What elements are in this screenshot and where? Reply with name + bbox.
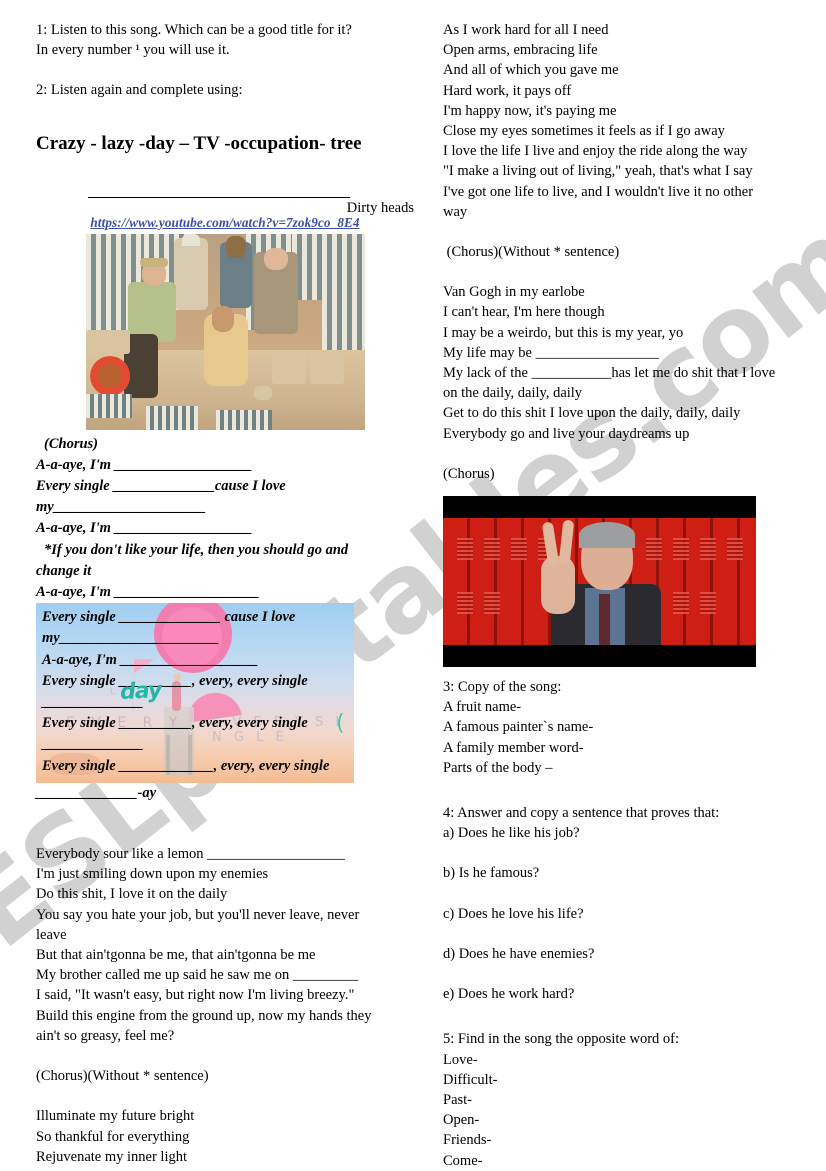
verse2-line-5: leave	[36, 926, 67, 943]
task4-title: 4: Answer and copy a sentence that prove…	[443, 805, 720, 822]
task3-item-2: A famous painter`s name-	[443, 719, 594, 736]
task1-line-1: 1: Listen to this song. Which can be a g…	[36, 22, 352, 38]
task5-item-3: Past-	[443, 1091, 472, 1108]
task1-line-2: In every number ¹ you will use it.	[36, 42, 230, 59]
task3-title: 3: Copy of the song:	[443, 679, 562, 696]
box-line-6: Every single __________, every, every si…	[42, 715, 308, 732]
verse-top-line-10: way	[443, 203, 468, 220]
lockers-photo	[443, 496, 756, 668]
box-line-5: ______________	[42, 694, 144, 711]
verse2-line-1: Everybody sour like a lemon ____________…	[36, 846, 345, 863]
vangogh-line-6: on the daily, daily, daily	[443, 385, 583, 402]
chorus-reference-right-2: (Chorus)	[443, 465, 495, 482]
vangogh-line-4: My life may be _________________	[443, 344, 659, 361]
word-bank: Crazy - lazy -day – TV -occupation- tree	[36, 132, 362, 154]
vangogh-line-5: My lack of the ___________has let me do …	[443, 365, 776, 382]
verse3-line-1: Illuminate my future bright	[36, 1108, 195, 1125]
verse3-line-3: Rejuvenate my inner light	[36, 1148, 188, 1165]
chorus-line-4: A-a-aye, I'm ___________________	[36, 520, 253, 537]
task5-item-2: Difficult-	[443, 1071, 498, 1088]
verse2-line-2: I'm just smiling down upon my enemies	[36, 866, 269, 883]
task5-item-1: Love-	[443, 1051, 478, 1068]
chorus-line-3: my_____________________	[36, 499, 206, 516]
chorus-line-5: *If you don't like your life, then you s…	[44, 541, 349, 558]
beach-gradient-lyric-box: L E E V E R Y E V E R Y S I N G L E ( Ev…	[36, 603, 354, 783]
necktie	[599, 594, 610, 651]
verse-top-line-2: Open arms, embracing life	[443, 42, 598, 59]
title-answer-blank[interactable]	[88, 196, 350, 198]
vangogh-line-2: I can't hear, I'm here though	[443, 304, 605, 321]
chorus-reference-left: (Chorus)(Without * sentence)	[36, 1068, 209, 1085]
chorus-line-2: Every single ______________cause I love	[36, 478, 286, 495]
vangogh-line-8: Everybody go and live your daydreams up	[443, 425, 690, 442]
verse2-line-7: My brother called me up said he saw me o…	[36, 967, 359, 984]
task5-item-4: Open-	[443, 1112, 480, 1129]
verse-top-line-1: As I work hard for all I need	[443, 22, 609, 38]
vangogh-line-1: Van Gogh in my earlobe	[443, 284, 585, 301]
verse2-line-6: But that ain'tgonna be me, that ain'tgon…	[36, 947, 316, 964]
verse2-line-4: You say you hate your job, but you'll ne…	[36, 906, 360, 923]
band-beach-photo	[85, 233, 365, 430]
task4-item-b: b) Is he famous?	[443, 865, 540, 882]
verse-top-line-3: And all of which you gave me	[443, 62, 619, 79]
box-line-7: ______________	[42, 736, 144, 753]
left-column: 1: Listen to this song. Which can be a g…	[36, 0, 414, 1167]
verse2-line-3: Do this shit, I love it on the daily	[36, 886, 228, 903]
verse-top-line-7: I love the life I live and enjoy the rid…	[443, 143, 748, 160]
task5-title: 5: Find in the song the opposite word of…	[443, 1031, 680, 1048]
verse-top-line-6: Close my eyes sometimes it feels as if I…	[443, 123, 725, 140]
task4-item-c: c) Does he love his life?	[443, 905, 584, 922]
task3-item-4: Parts of the body –	[443, 759, 553, 776]
peace-sign-hand	[541, 556, 575, 615]
after-box-blank-line: ______________-ay	[36, 784, 157, 801]
box-line-2: my______________________	[42, 630, 220, 647]
box-line-4: Every single __________, every, every si…	[42, 672, 308, 689]
box-line-3: A-a-aye, I'm ___________________	[42, 651, 259, 668]
verse2-line-10: ain't so greasy, feel me?	[36, 1027, 175, 1044]
chorus-line-6: change it	[36, 562, 92, 579]
verse2-line-8: I said, "It wasn't easy, but right now I…	[36, 987, 355, 1004]
task5-item-6: Come-	[443, 1152, 483, 1169]
task3-item-1: A fruit name-	[443, 699, 522, 716]
vangogh-line-3: I may be a weirdo, but this is my year, …	[443, 324, 684, 341]
chorus-label: (Chorus)	[44, 435, 98, 452]
task5-item-5: Friends-	[443, 1132, 492, 1149]
youtube-link[interactable]: https://www.youtube.com/watch?v=7zok9co_…	[36, 215, 414, 231]
verse-top-line-9: I've got one life to live, and I wouldn'…	[443, 183, 754, 200]
chorus-line-7: A-a-aye, I'm ____________________	[36, 584, 260, 601]
chorus-line-1: A-a-aye, I'm ___________________	[36, 456, 253, 473]
task2-instruction: 2: Listen again and complete using:	[36, 82, 243, 99]
verse3-line-2: So thankful for everything	[36, 1128, 190, 1145]
handwritten-answer-day: day	[119, 678, 162, 706]
right-column: As I work hard for all I need Open arms,…	[443, 0, 803, 1171]
task4-item-a: a) Does he like his job?	[443, 825, 580, 842]
verse-top-line-4: Hard work, it pays off	[443, 82, 572, 99]
box-line-8: Every single _____________, every, every…	[42, 757, 330, 774]
verse-top-line-8: "I make a living out of living," yeah, t…	[443, 163, 753, 180]
vangogh-line-7: Get to do this shit I love upon the dail…	[443, 405, 741, 422]
verse2-line-9: Build this engine from the ground up, no…	[36, 1007, 372, 1024]
chorus-reference-right-1: (Chorus)(Without * sentence)	[443, 244, 620, 261]
worksheet-page: ESLprintables.com 1: Listen to this song…	[0, 0, 826, 1169]
task3-item-3: A family member word-	[443, 739, 584, 756]
artist-name: Dirty heads	[346, 199, 414, 216]
task4-item-e: e) Does he work hard?	[443, 986, 575, 1003]
verse-top-line-5: I'm happy now, it's paying me	[443, 102, 617, 119]
title-answer-rule-area: Dirty heads	[36, 185, 414, 216]
box-line-1: Every single ______________ cause I love	[42, 609, 296, 626]
task4-item-d: d) Does he have enemies?	[443, 945, 595, 962]
